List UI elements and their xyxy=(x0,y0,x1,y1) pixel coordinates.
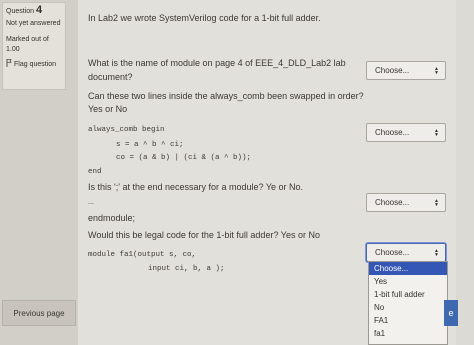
dropdown-option[interactable]: No xyxy=(369,301,447,314)
answer-select-1[interactable]: Choose... ▲ ▼ xyxy=(366,61,446,80)
code-line: input ci, b, a ); xyxy=(148,265,225,273)
question-3-text: Is this ';' at the end necessary for a m… xyxy=(88,182,304,192)
code-line: s = a ^ b ^ ci; xyxy=(116,141,184,149)
question-number: Question 4 xyxy=(6,4,43,16)
previous-page-button[interactable]: Previous page xyxy=(2,300,76,326)
select-arrows-icon: ▲ ▼ xyxy=(434,247,439,258)
flag-question-link[interactable]: Flag question xyxy=(6,59,62,71)
code-line: always_comb begin xyxy=(88,126,165,134)
answer-select-3[interactable]: Choose... ▲ ▼ xyxy=(366,193,446,212)
flag-icon xyxy=(6,59,12,71)
code-line: end xyxy=(88,168,102,176)
select-arrows-icon: ▲ ▼ xyxy=(434,197,439,208)
question-status: Not yet answered xyxy=(6,20,61,27)
dropdown-option[interactable]: Yes xyxy=(369,275,447,288)
question-2-text: Can these two lines inside the always_co… xyxy=(88,91,364,114)
question-1-text: What is the name of module on page 4 of … xyxy=(88,58,346,82)
code-line: module fa1(output s, co, xyxy=(88,251,197,259)
marked-label: Marked out of xyxy=(6,36,49,43)
dropdown-option[interactable]: 1-bit full adder xyxy=(369,288,447,301)
ellipsis-text: ... xyxy=(88,199,94,206)
answer-dropdown-list: Choose... Yes 1-bit full adder No FA1 fa… xyxy=(368,261,448,345)
code-line: co = (a & b) | (ci & (a ^ b)); xyxy=(116,154,252,162)
sidebar: Question 4 Not yet answered Marked out o… xyxy=(0,0,78,345)
marked-value: 1.00 xyxy=(6,46,20,53)
next-page-button[interactable]: e xyxy=(444,300,458,326)
question-info-box: Question 4 Not yet answered Marked out o… xyxy=(2,2,66,90)
dropdown-option[interactable]: FA1 xyxy=(369,314,447,327)
select-arrows-icon: ▲ ▼ xyxy=(434,65,439,76)
endmodule-text: endmodule; xyxy=(88,213,136,223)
dropdown-option[interactable]: fa1 xyxy=(369,327,447,340)
intro-text: In Lab2 we wrote SystemVerilog code for … xyxy=(88,13,321,23)
answer-select-2[interactable]: Choose... ▲ ▼ xyxy=(366,123,446,142)
answer-select-4[interactable]: Choose... ▲ ▼ xyxy=(366,243,446,262)
select-arrows-icon: ▲ ▼ xyxy=(434,127,439,138)
dropdown-option[interactable]: Choose... xyxy=(369,262,447,275)
question-4-text: Would this be legal code for the 1-bit f… xyxy=(88,230,320,240)
